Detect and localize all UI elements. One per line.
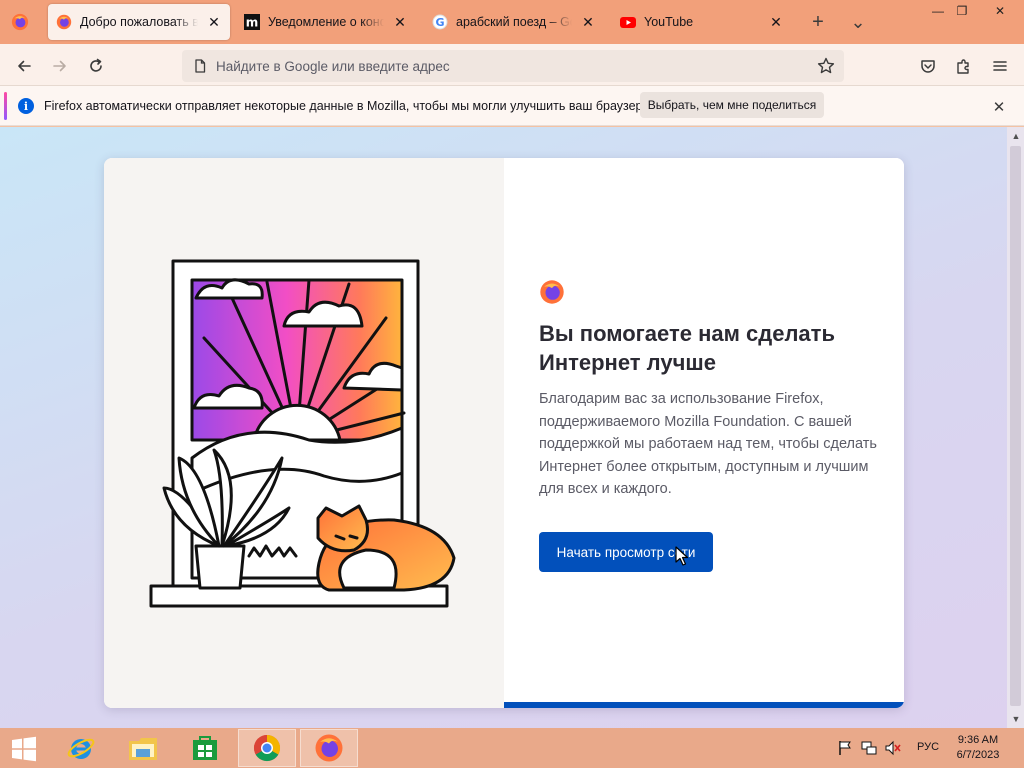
input-language-indicator[interactable]: РУС: [917, 741, 939, 753]
clock-date: 6/7/2023: [956, 749, 1000, 761]
svg-text:G: G: [435, 16, 444, 29]
store-icon[interactable]: [176, 729, 234, 767]
tab-google-search[interactable]: G арабский поезд – Google ✕: [424, 4, 604, 40]
address-bar[interactable]: Найдите в Google или введите адрес: [182, 50, 844, 82]
scroll-down-icon[interactable]: ▼: [1010, 713, 1022, 725]
tab-title: YouTube: [644, 15, 694, 29]
navigation-toolbar: Найдите в Google или введите адрес: [0, 44, 1024, 86]
bookmark-star-icon[interactable]: [816, 56, 836, 76]
restore-window-icon[interactable]: ❐: [946, 0, 978, 22]
welcome-description: Благодарим вас за использование Firefox,…: [539, 391, 877, 498]
close-tab-icon[interactable]: ✕: [768, 14, 784, 30]
welcome-content: Вы помогаете нам сделать Интернет лучше …: [504, 158, 904, 708]
network-icon[interactable]: [861, 740, 877, 756]
onboarding-progress-bar: [504, 702, 904, 708]
action-center-flag-icon[interactable]: [837, 740, 853, 756]
firefox-menu-icon[interactable]: [8, 10, 32, 34]
tab-strip: Добро пожаловать в Firefox ✕ m Уведомлен…: [0, 0, 1024, 44]
svg-text:m: m: [246, 16, 259, 30]
data-collection-notification: i Firefox автоматически отправляет некот…: [0, 86, 1024, 126]
close-window-icon[interactable]: ✕: [980, 0, 1020, 22]
tab-title: арабский поезд – Google: [456, 15, 572, 29]
youtube-icon: [620, 14, 636, 30]
firefox-taskbar-icon[interactable]: [300, 729, 358, 767]
pocket-icon[interactable]: [914, 52, 942, 80]
close-notification-icon[interactable]: ✕: [990, 98, 1008, 116]
notification-message: Firefox автоматически отправляет некотор…: [44, 99, 646, 113]
close-tab-icon[interactable]: ✕: [392, 14, 408, 30]
forward-arrow-icon[interactable]: [46, 52, 74, 80]
taskbar-clock[interactable]: 9:36 AM 6/7/2023: [950, 733, 1006, 763]
list-all-tabs-icon[interactable]: ⌄: [846, 10, 870, 34]
tab-welcome[interactable]: Добро пожаловать в Firefox ✕: [48, 4, 230, 40]
page-content: Вы помогаете нам сделать Интернет лучше …: [0, 127, 1007, 728]
info-icon: i: [18, 98, 34, 114]
mozilla-m-icon: m: [244, 14, 260, 30]
close-tab-icon[interactable]: ✕: [206, 14, 222, 30]
new-tab-icon[interactable]: +: [806, 10, 830, 34]
address-placeholder: Найдите в Google или введите адрес: [216, 59, 450, 74]
tab-privacy-notice[interactable]: m Уведомление о конфиденциальности ✕: [236, 4, 416, 40]
scroll-up-icon[interactable]: ▲: [1010, 130, 1022, 142]
notification-accent: [4, 92, 7, 120]
chrome-icon[interactable]: [238, 729, 296, 767]
tab-title: Уведомление о конфиденциальности: [268, 15, 384, 29]
google-g-icon: G: [432, 14, 448, 30]
close-tab-icon[interactable]: ✕: [580, 14, 596, 30]
welcome-card: Вы помогаете нам сделать Интернет лучше …: [104, 158, 904, 708]
tab-title: Добро пожаловать в Firefox: [80, 15, 198, 29]
tab-youtube[interactable]: YouTube ✕: [612, 4, 792, 40]
welcome-title: Вы помогаете нам сделать Интернет лучше: [539, 321, 835, 375]
illustration-panel: [104, 158, 504, 708]
reload-icon[interactable]: [82, 52, 110, 80]
firefox-logo-icon: [539, 279, 565, 305]
windows-start-icon[interactable]: [6, 734, 42, 764]
progress-fill: [504, 702, 904, 708]
hamburger-menu-icon[interactable]: [986, 52, 1014, 80]
windows-taskbar: РУС 9:36 AM 6/7/2023: [0, 728, 1024, 768]
extensions-puzzle-icon[interactable]: [950, 52, 978, 80]
internet-explorer-icon[interactable]: [52, 729, 110, 767]
clock-time: 9:36 AM: [957, 734, 999, 746]
volume-muted-icon[interactable]: [885, 740, 901, 756]
page-icon: [192, 58, 208, 74]
file-explorer-icon[interactable]: [114, 729, 172, 767]
window-fox-illustration: [149, 259, 456, 608]
choose-what-to-share-button[interactable]: Выбрать, чем мне поделиться: [640, 92, 824, 118]
scrollbar-thumb[interactable]: [1010, 146, 1021, 706]
firefox-icon: [56, 14, 72, 30]
mouse-cursor-icon: [675, 546, 689, 566]
back-arrow-icon[interactable]: [10, 52, 38, 80]
